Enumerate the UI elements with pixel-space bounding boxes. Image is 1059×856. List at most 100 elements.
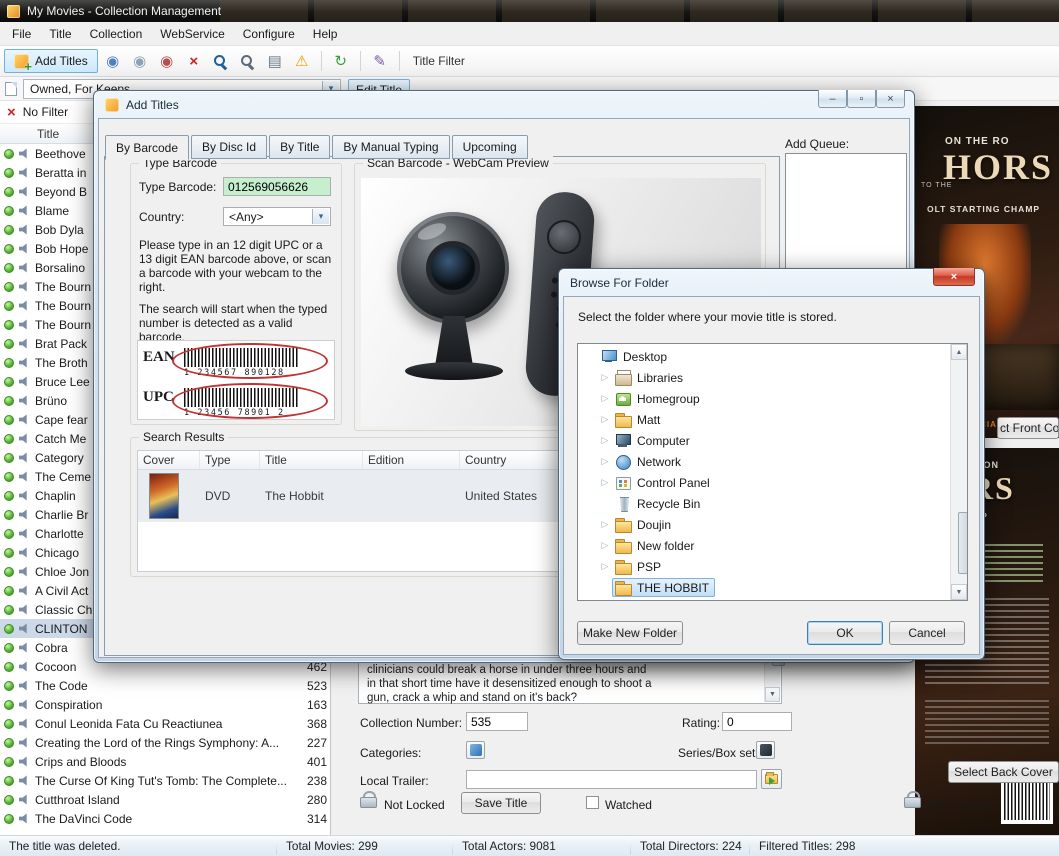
categories-button[interactable] [466, 741, 485, 759]
tree-item-homegroup[interactable]: ▷Homegroup [578, 388, 950, 409]
make-new-folder-button[interactable]: Make New Folder [577, 621, 683, 645]
report-problem-icon[interactable]: ⚠ [290, 49, 314, 73]
close-button[interactable]: × [933, 268, 975, 286]
chevron-down-icon[interactable] [312, 209, 329, 224]
tree-item-the-hobbit[interactable]: THE HOBBIT [578, 577, 950, 598]
tree-item-matt[interactable]: ▷Matt [578, 409, 950, 430]
tab-by-manual-typing[interactable]: By Manual Typing [332, 135, 449, 159]
tree-item-recycle-bin[interactable]: Recycle Bin [578, 493, 950, 514]
search-online-icon[interactable] [209, 49, 233, 73]
movie-list-item[interactable]: Conul Leonida Fata Cu Reactiunea368 [0, 714, 330, 733]
menu-title[interactable]: Title [40, 23, 80, 45]
column-header-title[interactable]: Title [260, 451, 363, 469]
status-dot-icon [4, 719, 14, 729]
close-button[interactable]: × [876, 90, 905, 108]
movie-list-item[interactable]: Creating the Lord of the Rings Symphony:… [0, 733, 330, 752]
select-back-cover-button[interactable]: Select Back Cover [948, 761, 1059, 783]
tree-scrollbar[interactable]: ▲ ▼ [950, 344, 967, 600]
edit-icon[interactable]: ✎ [368, 49, 392, 73]
upc-highlight-oval [172, 383, 328, 419]
window-title: My Movies - Collection Management [27, 4, 221, 18]
tree-item-libraries[interactable]: ▷Libraries [578, 367, 950, 388]
remove-disc-icon[interactable]: ◉ [155, 49, 179, 73]
tab-upcoming[interactable]: Upcoming [452, 135, 528, 159]
expander-icon[interactable]: ▷ [598, 456, 612, 467]
menu-help[interactable]: Help [304, 23, 347, 45]
open-folder-icon [765, 774, 778, 784]
column-header-cover[interactable]: Cover [138, 451, 200, 469]
refresh-icon[interactable]: ↻ [329, 49, 353, 73]
expander-icon[interactable]: ▷ [598, 561, 612, 572]
clear-filter-icon[interactable]: × [7, 105, 16, 120]
expander-icon[interactable]: ▷ [598, 414, 612, 425]
collection-number-field[interactable] [466, 712, 528, 731]
local-trailer-field[interactable] [466, 770, 757, 789]
status-dot-icon [4, 795, 14, 805]
tab-by-barcode[interactable]: By Barcode [105, 135, 189, 160]
tree-item-network[interactable]: ▷Network [578, 451, 950, 472]
media-type-icon [19, 338, 30, 349]
series-box-label: Series/Box set: [678, 746, 759, 760]
expander-icon[interactable]: ▷ [598, 435, 612, 446]
search-collection-icon[interactable] [236, 49, 260, 73]
movie-list-item[interactable]: The Curse Of King Tut's Tomb: The Comple… [0, 771, 330, 790]
tab-by-title[interactable]: By Title [269, 135, 330, 159]
expander-icon[interactable]: ▷ [598, 519, 612, 530]
barcode-input[interactable] [223, 177, 331, 196]
media-type-icon [19, 737, 30, 748]
window-titlebar[interactable]: My Movies - Collection Management [0, 0, 1059, 22]
column-header-type[interactable]: Type [200, 451, 260, 469]
menu-configure[interactable]: Configure [234, 23, 304, 45]
movie-list-item[interactable]: Conspiration163 [0, 695, 330, 714]
tree-item-desktop[interactable]: Desktop [578, 346, 950, 367]
movie-list-item[interactable]: Crips and Bloods401 [0, 752, 330, 771]
tree-item-doujin[interactable]: ▷Doujin [578, 514, 950, 535]
movie-list-item[interactable]: The DaVinci Code314 [0, 809, 330, 828]
country-combo[interactable]: <Any> [223, 207, 331, 226]
status-dot-icon [4, 415, 14, 425]
scrollbar-thumb[interactable] [958, 512, 968, 574]
maximize-button[interactable]: ▫ [847, 90, 876, 108]
movie-number: 523 [295, 679, 327, 693]
cancel-button[interactable]: Cancel [889, 621, 965, 645]
tab-by-disc-id[interactable]: By Disc Id [191, 135, 267, 159]
add-titles-button[interactable]: Add Titles [4, 49, 98, 73]
movie-list-item[interactable]: The Code523 [0, 676, 330, 695]
browse-trailer-button[interactable] [761, 769, 782, 789]
add-titles-dialog-titlebar[interactable]: Add Titles [94, 91, 914, 118]
expander-icon[interactable]: ▷ [598, 372, 612, 383]
lock-icon [360, 791, 375, 808]
minimize-button[interactable]: – [818, 90, 847, 108]
print-icon[interactable]: ▤ [263, 49, 287, 73]
menu-webservice[interactable]: WebService [151, 23, 233, 45]
status-dot-icon [4, 225, 14, 235]
scroll-down-icon[interactable]: ▼ [951, 584, 967, 600]
expander-icon[interactable]: ▷ [598, 393, 612, 404]
tree-item-new-folder[interactable]: ▷New folder [578, 535, 950, 556]
movie-list-item[interactable]: Cutthroat Island280 [0, 790, 330, 809]
expander-icon[interactable]: ▷ [598, 477, 612, 488]
copy-disc-icon[interactable]: ◉ [128, 49, 152, 73]
media-type-icon [19, 794, 30, 805]
browse-dialog-titlebar[interactable]: Browse For Folder [559, 269, 984, 296]
media-type-icon [19, 661, 30, 672]
watched-checkbox[interactable] [586, 796, 599, 809]
column-header-edition[interactable]: Edition [363, 451, 460, 469]
delete-title-icon[interactable]: × [182, 49, 206, 73]
tree-item-psp[interactable]: ▷PSP [578, 556, 950, 577]
ok-button[interactable]: OK [807, 621, 883, 645]
scroll-up-icon[interactable]: ▲ [951, 344, 967, 360]
media-type-icon [19, 775, 30, 786]
tree-item-control-panel[interactable]: ▷Control Panel [578, 472, 950, 493]
tree-item-computer[interactable]: ▷Computer [578, 430, 950, 451]
scroll-down-icon[interactable]: ▼ [765, 687, 780, 702]
menu-collection[interactable]: Collection [81, 23, 152, 45]
select-front-cover-button[interactable]: ct Front Cover [997, 417, 1059, 439]
expander-icon[interactable]: ▷ [598, 540, 612, 551]
rating-field[interactable] [722, 712, 792, 731]
series-box-button[interactable] [756, 741, 775, 759]
save-title-button[interactable]: Save Title [461, 792, 541, 814]
export-disc-icon[interactable]: ◉ [101, 49, 125, 73]
media-type-icon [19, 509, 30, 520]
menu-file[interactable]: File [3, 23, 40, 45]
